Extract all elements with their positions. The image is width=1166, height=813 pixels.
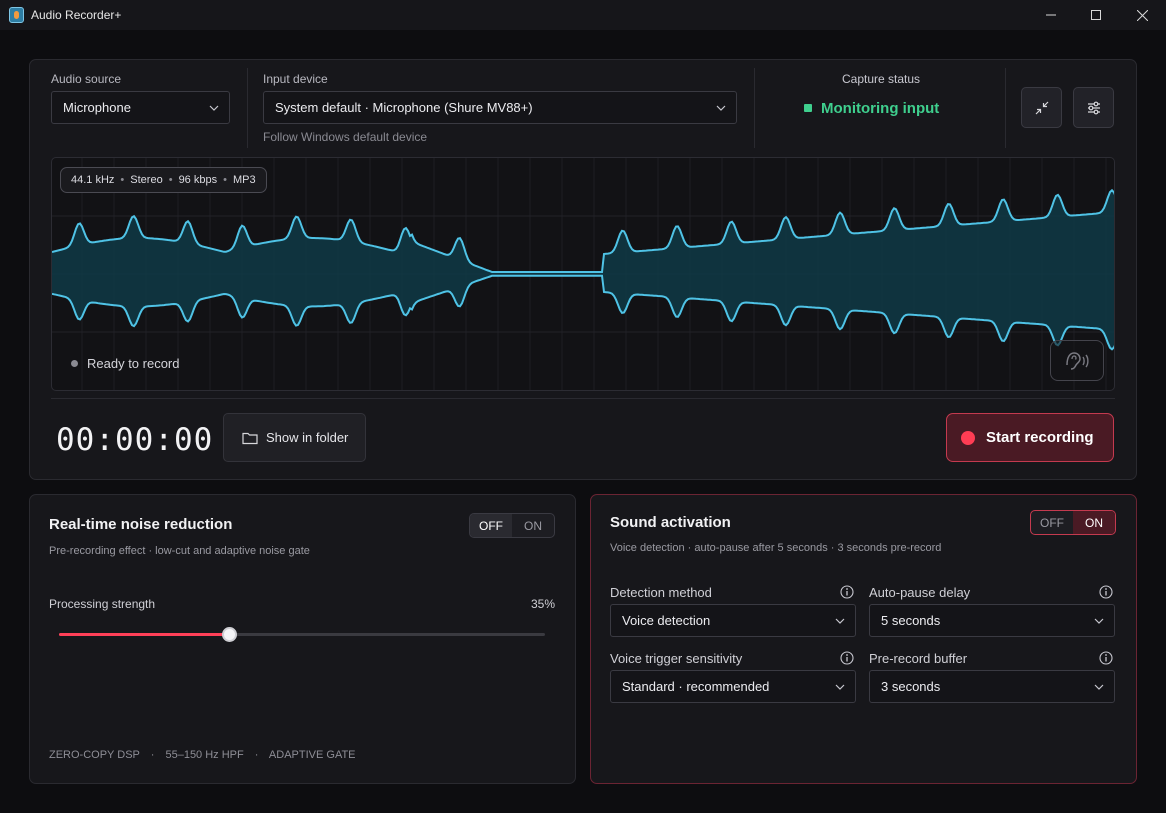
tag: ADAPTIVE GATE [268,749,356,761]
strength-value: 35% [531,597,556,611]
window-title: Audio Recorder+ [31,8,122,22]
info-icon[interactable] [840,651,854,665]
detection-method-select[interactable]: Voice detection [610,604,856,637]
title-bar: Audio Recorder+ [0,0,1166,30]
info-icon[interactable] [1099,585,1113,599]
ready-indicator [71,360,78,367]
strength-label: Processing strength [49,597,156,611]
input-device-label: Input device [263,72,328,86]
info-icon[interactable] [840,585,854,599]
dsp-tags: ZERO-COPY DSP · 55–150 Hz HPF · ADAPTIVE… [49,749,356,761]
folder-icon [242,432,258,444]
sensitivity-value: Standard · recommended [622,679,770,694]
listen-button[interactable] [1050,340,1104,381]
capture-status-title: Capture status [842,72,921,86]
minimize-icon [1046,14,1056,16]
codec: MP3 [232,174,256,186]
recording-timer: 00:00:00 [56,422,214,458]
strength-slider-thumb[interactable] [221,627,237,642]
record-icon [961,430,975,445]
ear-sound-icon [1066,351,1089,370]
show-in-folder-label: Show in folder [266,430,349,445]
close-icon [1136,9,1148,21]
channels: Stereo [130,174,163,186]
divider [754,68,755,148]
show-in-folder-button[interactable]: Show in folder [223,413,366,462]
sound-activation-panel [590,494,1137,784]
audio-source-value: Microphone [63,100,131,115]
auto-pause-label: Auto-pause delay [869,585,971,600]
noise-reduction-toggle[interactable]: OFF ON [469,513,555,538]
toggle-off[interactable]: OFF [1031,511,1073,534]
input-device-select[interactable]: System default · Microphone (Shure MV88+… [263,91,737,124]
start-recording-label: Start recording [986,429,1094,446]
input-device-hint: Follow Windows default device [263,130,428,144]
start-recording-button[interactable]: Start recording [946,413,1114,462]
input-device-value: System default · Microphone (Shure MV88+… [275,100,533,115]
chevron-down-icon [835,684,845,690]
compact-view-button[interactable] [1021,87,1062,128]
minimize-button[interactable] [1028,0,1074,30]
sample-rate: 44.1 kHz [71,174,115,186]
noise-reduction-title: Real-time noise reduction [49,516,233,533]
audio-source-select[interactable]: Microphone [51,91,230,124]
sound-activation-subtitle: Voice detection · auto-pause after 5 sec… [610,542,942,554]
toggle-on[interactable]: ON [512,514,554,537]
strength-slider-fill [59,633,230,636]
chevron-down-icon [1094,684,1104,690]
sound-activation-toggle[interactable]: OFF ON [1030,510,1116,535]
sensitivity-label: Voice trigger sensitivity [610,651,743,666]
tag: ZERO-COPY DSP [49,749,140,761]
bitrate: 96 kbps [178,174,218,186]
chevron-down-icon [1094,618,1104,624]
pre-record-select[interactable]: 3 seconds [869,670,1115,703]
collapse-icon [1035,101,1048,114]
maximize-button[interactable] [1073,0,1119,30]
maximize-icon [1091,10,1101,20]
status-indicator [804,104,812,112]
chevron-down-icon [209,105,219,111]
divider [1005,68,1006,148]
auto-pause-value: 5 seconds [881,613,941,628]
toggle-on[interactable]: ON [1073,511,1115,534]
divider [247,68,248,148]
capture-status-text: Monitoring input [821,100,940,117]
pre-record-label: Pre-record buffer [869,651,968,666]
divider [51,398,1115,399]
sliders-icon [1087,101,1100,114]
tag: 55–150 Hz HPF [165,749,244,761]
info-icon[interactable] [1099,651,1113,665]
sound-activation-title: Sound activation [610,514,731,531]
settings-button[interactable] [1073,87,1114,128]
detection-method-value: Voice detection [622,613,711,628]
chevron-down-icon [716,105,726,111]
noise-reduction-subtitle: Pre-recording effect · low-cut and adapt… [49,545,310,557]
pre-record-value: 3 seconds [881,679,941,694]
app-icon [9,7,24,23]
detection-method-label: Detection method [610,585,712,600]
close-button[interactable] [1119,0,1165,30]
toggle-off[interactable]: OFF [470,514,512,537]
auto-pause-select[interactable]: 5 seconds [869,604,1115,637]
ready-status: Ready to record [87,356,180,371]
format-badge: 44.1 kHz • Stereo • 96 kbps • MP3 [60,167,267,193]
audio-source-label: Audio source [51,72,122,86]
sensitivity-select[interactable]: Standard · recommended [610,670,856,703]
chevron-down-icon [835,618,845,624]
